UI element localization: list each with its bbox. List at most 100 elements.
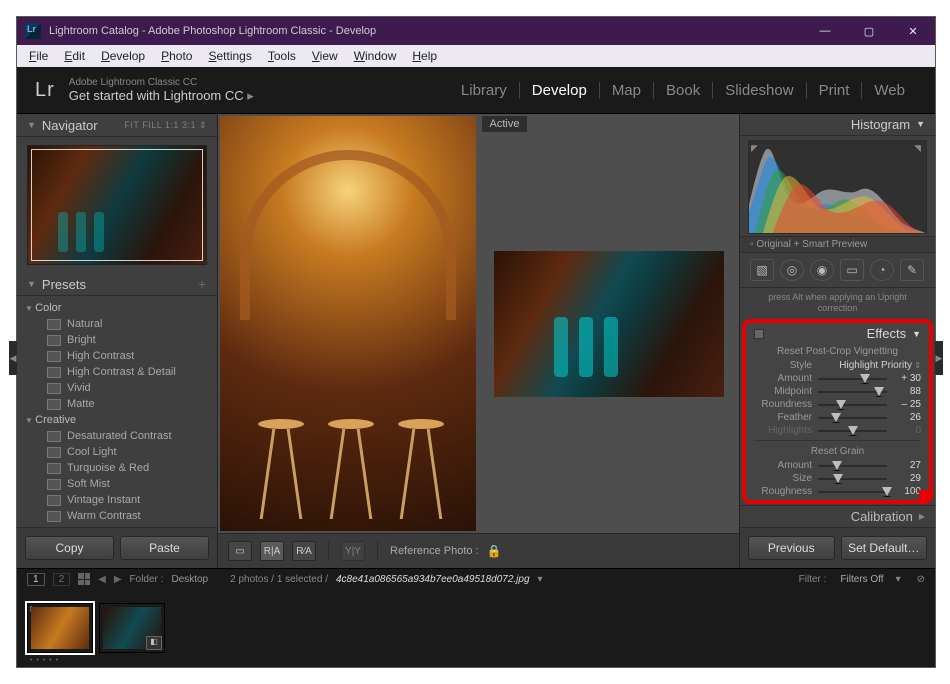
panel-switch-icon[interactable] <box>754 329 764 339</box>
nav-fwd-icon[interactable]: ▶ <box>114 574 122 585</box>
reference-view[interactable]: Reference <box>220 116 476 531</box>
presets-add-icon[interactable]: ＋ <box>197 278 207 291</box>
histogram[interactable]: ◤ ◥ <box>748 140 927 234</box>
preset-color-5[interactable]: Matte <box>17 396 217 412</box>
module-slideshow[interactable]: Slideshow <box>712 82 805 99</box>
prev-default-row: Previous Set Default… <box>740 527 935 568</box>
preset-color-2[interactable]: High Contrast <box>17 348 217 364</box>
preset-color-4[interactable]: Vivid <box>17 380 217 396</box>
navigator-header[interactable]: ▼ Navigator FIT FILL 1:1 3:1 ⇕ <box>17 114 217 137</box>
reference-view-horiz-button[interactable]: R⁄A <box>292 541 316 561</box>
set-default-button[interactable]: Set Default… <box>841 536 928 560</box>
preset-label: Vintage Instant <box>67 494 140 506</box>
redeye-tool-icon[interactable]: ◉ <box>810 259 834 281</box>
slider-vignette-midpoint[interactable]: Midpoint88 <box>746 385 929 398</box>
navigator-thumbnail[interactable] <box>27 145 207 265</box>
previous-button[interactable]: Previous <box>748 536 835 560</box>
loupe-view-button[interactable]: ▭ <box>228 541 252 561</box>
preset-color-0[interactable]: Natural <box>17 316 217 332</box>
menu-photo[interactable]: Photo <box>153 47 200 65</box>
monitor-1[interactable]: 1 <box>27 573 45 586</box>
slider-vignette-roundness[interactable]: Roundness– 25 <box>746 398 929 411</box>
post-crop-vignetting-header[interactable]: Reset Post-Crop Vignetting <box>746 344 929 359</box>
menu-file[interactable]: File <box>21 47 56 65</box>
monitor-2[interactable]: 2 <box>53 573 71 586</box>
preset-group-color[interactable]: Color <box>17 300 217 316</box>
menu-tools[interactable]: Tools <box>260 47 304 65</box>
slider-label: Amount <box>754 373 812 384</box>
menu-edit[interactable]: Edit <box>56 47 93 65</box>
highlight-clip-icon[interactable]: ◥ <box>914 143 924 153</box>
preset-creative-0[interactable]: Desaturated Contrast <box>17 428 217 444</box>
navigator-zoom-modes[interactable]: FIT FILL 1:1 3:1 ⇕ <box>124 120 207 131</box>
navigator-title: Navigator <box>42 118 98 133</box>
menu-develop[interactable]: Develop <box>93 47 153 65</box>
preset-color-1[interactable]: Bright <box>17 332 217 348</box>
menu-help[interactable]: Help <box>404 47 445 65</box>
menu-view[interactable]: View <box>304 47 346 65</box>
module-develop[interactable]: Develop <box>519 82 599 99</box>
copy-button[interactable]: Copy <box>25 536 114 560</box>
module-map[interactable]: Map <box>599 82 653 99</box>
crop-tool-icon[interactable]: ▧ <box>750 259 774 281</box>
slider-grain-amount[interactable]: Amount27 <box>746 459 929 472</box>
paste-button[interactable]: Paste <box>120 536 209 560</box>
slider-label: Highlights <box>754 425 812 436</box>
spot-tool-icon[interactable]: ◎ <box>780 259 804 281</box>
right-panel-toggle[interactable]: ▶ <box>935 341 943 375</box>
grid-icon[interactable] <box>78 573 90 585</box>
preset-color-3[interactable]: High Contrast & Detail <box>17 364 217 380</box>
menu-settings[interactable]: Settings <box>200 47 259 65</box>
preset-label: Desaturated Contrast <box>67 430 172 442</box>
preset-thumb-icon <box>47 431 61 442</box>
slider-grain-size[interactable]: Size29 <box>746 472 929 485</box>
slider-label: Size <box>754 473 812 484</box>
active-view[interactable]: Active <box>482 116 738 531</box>
filters-off[interactable]: Filters Off <box>840 574 883 585</box>
presets-header[interactable]: ▼ Presets ＋ <box>17 273 217 296</box>
presets-title: Presets <box>42 277 86 292</box>
minimize-button[interactable]: — <box>803 17 847 45</box>
filter-dropdown-icon[interactable]: ▾ <box>896 574 901 585</box>
histogram-header[interactable]: Histogram ▼ <box>740 114 935 136</box>
filter-lock-icon[interactable]: ⊘ <box>917 574 925 585</box>
before-after-button[interactable]: Y|Y <box>341 541 365 561</box>
preset-creative-4[interactable]: Vintage Instant <box>17 492 217 508</box>
slider-vignette-highlights[interactable]: Highlights0 <box>746 424 929 437</box>
reference-view-button[interactable]: R|A <box>260 541 284 561</box>
preset-group-creative[interactable]: Creative <box>17 412 217 428</box>
slider-grain-roughness[interactable]: Roughness100 <box>746 485 929 498</box>
nav-back-icon[interactable]: ◀ <box>98 574 106 585</box>
grain-header[interactable]: Reset Grain <box>746 444 929 459</box>
module-book[interactable]: Book <box>653 82 712 99</box>
folder-name[interactable]: Desktop <box>171 574 208 585</box>
module-library[interactable]: Library <box>449 82 519 99</box>
maximize-button[interactable]: ▢ <box>847 17 891 45</box>
module-print[interactable]: Print <box>806 82 862 99</box>
preset-creative-5[interactable]: Warm Contrast <box>17 508 217 524</box>
preset-creative-2[interactable]: Turquoise & Red <box>17 460 217 476</box>
slider-vignette-feather[interactable]: Feather26 <box>746 411 929 424</box>
calibration-header[interactable]: Calibration <box>740 505 935 527</box>
brush-tool-icon[interactable]: ✎ <box>900 259 924 281</box>
close-button[interactable]: ✕ <box>891 17 935 45</box>
filmstrip-thumb-1[interactable]: • • • • • <box>27 603 93 653</box>
slider-label: Roundness <box>754 399 812 410</box>
gradient-tool-icon[interactable]: ▭ <box>840 259 864 281</box>
radial-tool-icon[interactable]: ◔ <box>870 259 894 281</box>
get-started-link[interactable]: Get started with Lightroom CC <box>69 88 254 104</box>
preset-creative-3[interactable]: Soft Mist <box>17 476 217 492</box>
lock-icon[interactable]: 🔒 <box>487 544 501 558</box>
preset-creative-1[interactable]: Cool Light <box>17 444 217 460</box>
shadow-clip-icon[interactable]: ◤ <box>751 143 761 153</box>
original-preview-label[interactable]: ▫ Original + Smart Preview <box>740 236 935 253</box>
filename-dropdown-icon[interactable]: ▾ <box>538 574 543 585</box>
slider-vignette-amount[interactable]: Amount+ 30 <box>746 372 929 385</box>
filmstrip-thumb-2[interactable]: ◧ <box>99 603 165 653</box>
style-select[interactable]: Highlight Priority <box>839 360 921 371</box>
effects-title[interactable]: Effects <box>867 326 907 341</box>
left-panel-toggle[interactable]: ◀ <box>9 341 17 375</box>
module-web[interactable]: Web <box>861 82 917 99</box>
preset-label: High Contrast <box>67 350 134 362</box>
menu-window[interactable]: Window <box>346 47 405 65</box>
